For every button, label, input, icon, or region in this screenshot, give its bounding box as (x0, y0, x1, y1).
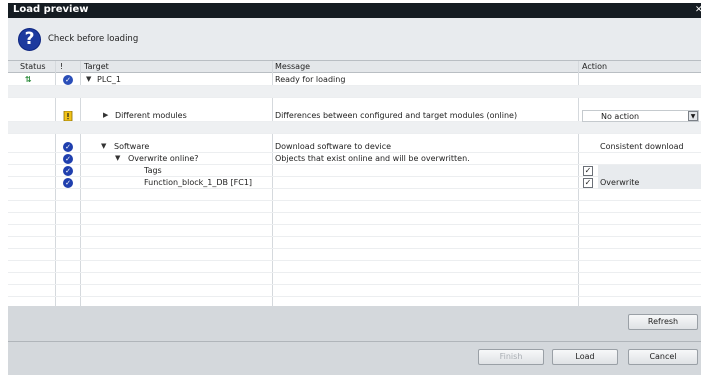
target-label: Different modules (115, 111, 187, 120)
load-preview-table: Status ! Target Message Action ⇅ ✓ ▼ PLC… (8, 60, 701, 307)
warning-icon (63, 111, 73, 121)
overwrite-checkbox[interactable]: ✓ (583, 178, 593, 188)
refresh-button[interactable]: Refresh (628, 314, 698, 330)
cancel-button[interactable]: Cancel (628, 349, 698, 365)
target-label: Overwrite online? (128, 154, 199, 163)
dialog-title: Load preview (13, 4, 89, 15)
tags-checkbox[interactable]: ✓ (583, 166, 593, 176)
column-alert[interactable]: ! (60, 62, 63, 71)
target-label: Software (114, 142, 150, 151)
table-row[interactable]: ⇅ ✓ ▼ PLC_1 Ready for loading (8, 74, 701, 86)
table-header: Status ! Target Message Action (8, 61, 701, 73)
chevron-down-icon[interactable]: ▼ (101, 142, 106, 150)
message-label: Objects that exist online and will be ov… (275, 154, 470, 163)
action-select-value: No action (601, 112, 640, 121)
load-preview-dialog: Load preview ✕ ? Check before loading St… (8, 3, 701, 375)
title-bar: Load preview ✕ (8, 3, 701, 18)
table-row-spacer (8, 86, 701, 98)
ok-icon: ✓ (63, 142, 73, 152)
column-target[interactable]: Target (84, 62, 109, 71)
table-row-empty (8, 249, 701, 261)
device-online-icon: ⇅ (25, 75, 32, 84)
table-row[interactable]: ✓ Function_block_1_DB [FC1] ✓ Overwrite (8, 177, 701, 189)
question-icon: ? (18, 28, 41, 51)
chevron-down-icon[interactable]: ▼ (86, 75, 91, 83)
table-row-spacer (8, 122, 701, 134)
message-label: Ready for loading (275, 75, 346, 84)
info-banner: ? Check before loading (8, 18, 701, 60)
target-label: Tags (144, 166, 162, 175)
chevron-right-icon[interactable]: ▶ (103, 111, 108, 119)
column-action[interactable]: Action (582, 62, 607, 71)
table-row-empty (8, 201, 701, 213)
dropdown-arrow-icon[interactable]: ▼ (688, 111, 698, 121)
ok-icon: ✓ (63, 154, 73, 164)
info-message: Check before loading (48, 34, 139, 44)
table-row[interactable]: ✓ ▼ Overwrite online? Objects that exist… (8, 153, 701, 165)
ok-icon: ✓ (63, 166, 73, 176)
finish-button[interactable]: Finish (478, 349, 544, 365)
chevron-down-icon[interactable]: ▼ (115, 154, 120, 162)
action-value: Overwrite (600, 178, 640, 187)
column-status[interactable]: Status (20, 62, 46, 71)
message-label: Download software to device (275, 142, 392, 151)
action-cell (598, 165, 701, 177)
table-row-empty (8, 189, 701, 201)
column-message[interactable]: Message (275, 62, 310, 71)
device-status-icon: ✓ (63, 75, 73, 85)
close-icon[interactable]: ✕ (695, 4, 701, 16)
table-row-empty (8, 285, 701, 297)
target-label: PLC_1 (97, 75, 121, 84)
footer-divider (8, 341, 701, 342)
table-row-empty (8, 273, 701, 285)
action-value: Consistent download (600, 142, 684, 151)
message-label: Differences between configured and targe… (275, 111, 518, 120)
table-row-empty (8, 225, 701, 237)
load-button[interactable]: Load (552, 349, 618, 365)
table-row[interactable]: ▶ Different modules Differences between … (8, 110, 701, 122)
action-select[interactable]: No action ▼ (582, 110, 699, 122)
target-label: Function_block_1_DB [FC1] (144, 178, 253, 187)
table-row[interactable]: ✓ ▼ Software Download software to device… (8, 141, 701, 153)
table-row[interactable]: ✓ Tags ✓ (8, 165, 701, 177)
ok-icon: ✓ (63, 178, 73, 188)
table-row-empty (8, 237, 701, 249)
table-row-empty (8, 261, 701, 273)
table-row-empty (8, 213, 701, 225)
